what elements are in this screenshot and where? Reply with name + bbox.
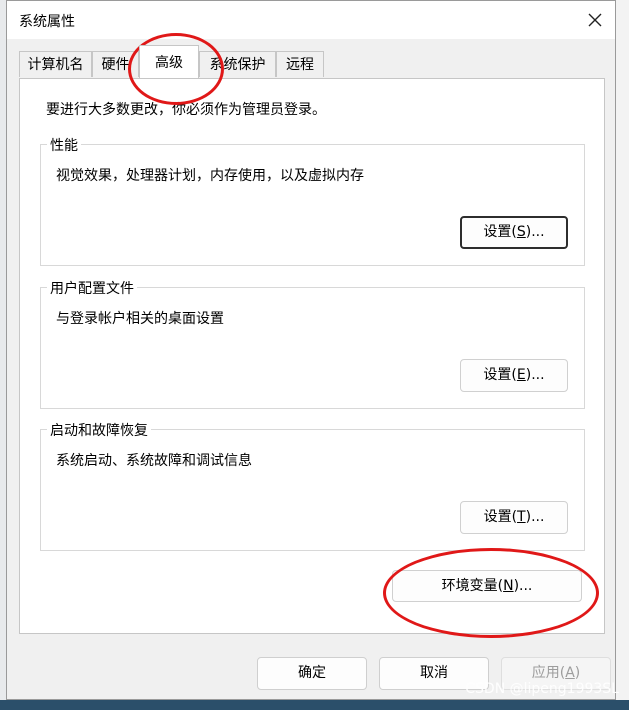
performance-group: 性能 视觉效果，处理器计划，内存使用，以及虚拟内存 设置(S)... xyxy=(40,135,585,266)
performance-settings-button[interactable]: 设置(S)... xyxy=(460,216,568,249)
performance-title: 性能 xyxy=(47,135,81,155)
button-label: 环境变量( xyxy=(441,578,504,594)
access-key: N xyxy=(503,578,514,594)
access-key: S xyxy=(516,224,526,240)
tab-advanced[interactable]: 高级 xyxy=(139,45,199,78)
tab-computer-name[interactable]: 计算机名 xyxy=(19,51,92,77)
access-key: E xyxy=(516,367,526,383)
access-key: T xyxy=(517,509,526,525)
button-suffix: )... xyxy=(525,509,545,525)
access-key: A xyxy=(565,665,575,681)
admin-note: 要进行大多数更改，你必须作为管理员登录。 xyxy=(46,102,326,118)
button-label: 设置( xyxy=(483,509,518,525)
tab-remote[interactable]: 远程 xyxy=(276,51,324,77)
button-label: 设置( xyxy=(483,224,517,240)
close-icon xyxy=(588,13,602,27)
environment-variables-button[interactable]: 环境变量(N)... xyxy=(392,570,582,602)
startup-recovery-group: 启动和故障恢复 系统启动、系统故障和调试信息 设置(T)... xyxy=(40,420,585,551)
button-suffix: )... xyxy=(513,578,533,594)
button-suffix: )... xyxy=(525,224,545,240)
startup-recovery-title: 启动和故障恢复 xyxy=(47,420,151,440)
button-suffix: ) xyxy=(574,665,581,681)
window-title: 系统属性 xyxy=(19,14,75,30)
startup-recovery-settings-button[interactable]: 设置(T)... xyxy=(460,501,568,534)
button-label: 设置( xyxy=(483,367,517,383)
system-properties-dialog: 系统属性 计算机名 硬件 高级 系统保护 远程 要进行大多数更改，你必须作为管理… xyxy=(6,0,616,700)
ok-button[interactable]: 确定 xyxy=(257,657,367,690)
advanced-tab-panel: 要进行大多数更改，你必须作为管理员登录。 性能 视觉效果，处理器计划，内存使用，… xyxy=(19,78,605,634)
close-button[interactable] xyxy=(581,7,609,33)
tab-hardware[interactable]: 硬件 xyxy=(92,51,139,77)
performance-description: 视觉效果，处理器计划，内存使用，以及虚拟内存 xyxy=(56,168,364,184)
tab-system-protection[interactable]: 系统保护 xyxy=(199,51,276,77)
watermark: CSDN @lipeng1993SL xyxy=(465,681,619,697)
startup-recovery-description: 系统启动、系统故障和调试信息 xyxy=(56,453,252,469)
user-profiles-group: 用户配置文件 与登录帐户相关的桌面设置 设置(E)... xyxy=(40,278,585,409)
title-bar: 系统属性 xyxy=(7,1,615,39)
user-profiles-title: 用户配置文件 xyxy=(47,278,137,298)
user-profiles-description: 与登录帐户相关的桌面设置 xyxy=(56,311,224,327)
user-profiles-settings-button[interactable]: 设置(E)... xyxy=(460,359,568,392)
taskbar-area xyxy=(0,700,629,710)
button-suffix: )... xyxy=(525,367,545,383)
button-label: 应用( xyxy=(531,665,566,681)
